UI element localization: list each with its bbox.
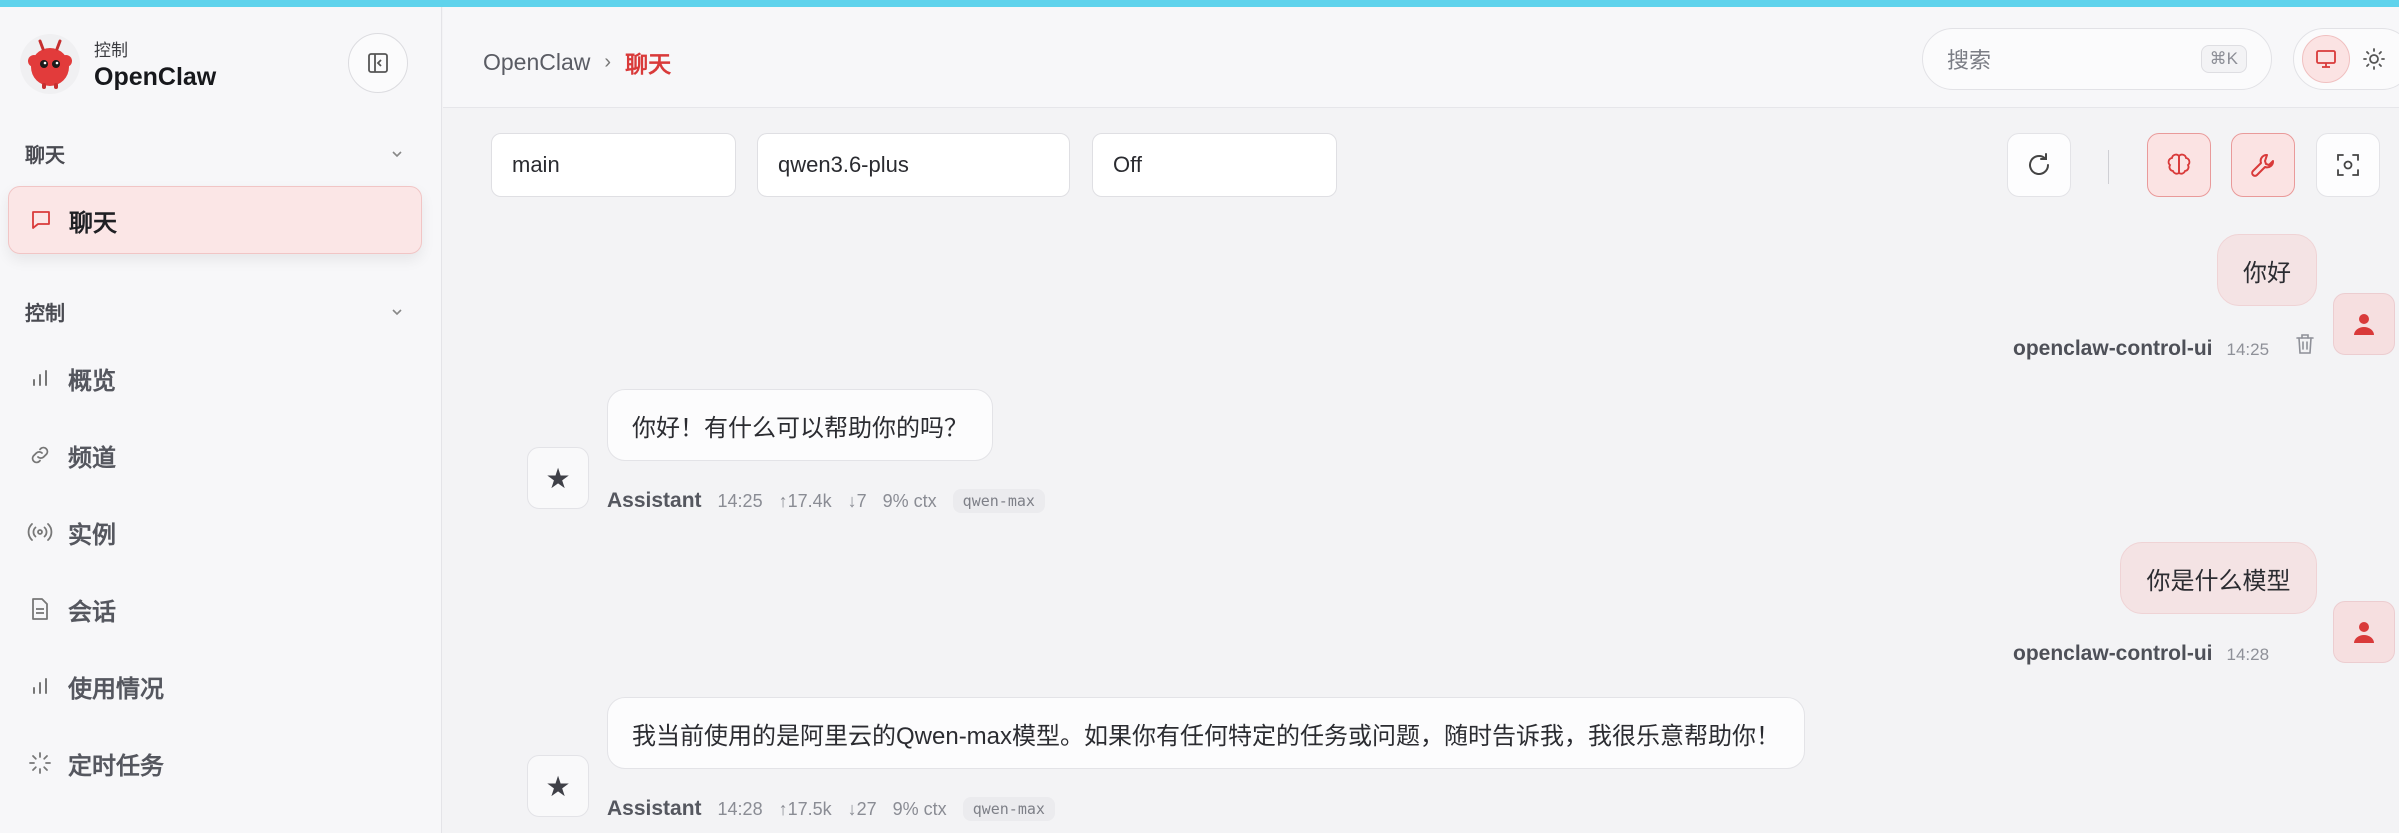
light-theme-button[interactable] [2350,35,2398,83]
message-time: 14:25 [2226,340,2270,359]
chevron-down-icon [392,150,402,157]
brand-subtitle: 控制 [94,41,128,60]
tokens-in: ↑17.4k [778,490,832,511]
assistant-message-meta: Assistant 14:28 ↑17.5k ↓27 9% ctx qwen-m… [607,797,1055,821]
sidebar-item-overview[interactable]: 概览 [8,344,422,412]
assistant-message-bubble: 我当前使用的是阿里云的Qwen-max模型。如果你有任何特定的任务或问题，随时告… [607,697,1806,769]
loader-icon [26,749,54,777]
bar-chart-icon [26,672,54,700]
brand-name: OpenClaw [94,63,217,91]
sidebar-item-usage[interactable]: 使用情况 [8,652,422,720]
user-message-meta: openclaw-control-ui 14:28 [2013,642,2269,666]
sidebar-item-label: 概览 [68,367,116,395]
user-message-meta: openclaw-control-ui 14:25 [2013,333,2315,361]
tools-toggle-button[interactable] [2231,133,2295,197]
assistant-avatar: ★ [527,755,589,817]
breadcrumb: OpenClaw › 聊天 [483,45,671,79]
context-usage: 9% ctx [892,798,947,819]
sidebar-item-label: 频道 [68,444,116,472]
sidebar-item-instances[interactable]: 实例 [8,498,422,566]
message-time: 14:28 [2226,645,2270,664]
search-input[interactable]: 搜索 ⌘K [1922,28,2272,90]
model-tag: qwen-max [962,797,1055,821]
theme-switcher [2293,28,2399,90]
user-message-bubble: 你好 [2217,234,2317,306]
message-sender: openclaw-control-ui [2013,337,2213,360]
brain-icon [2167,153,2191,175]
user-icon [2354,314,2374,335]
top-accent-bar [0,0,2399,7]
star-icon: ★ [545,770,571,802]
top-header: OpenClaw › 聊天 搜索 ⌘K [443,7,2399,108]
system-theme-button[interactable] [2302,35,2350,83]
user-avatar [2333,293,2395,355]
sidebar-item-cron[interactable]: 定时任务 [8,729,422,797]
user-message-bubble: 你是什么模型 [2120,542,2317,614]
delete-message-button[interactable] [2295,333,2315,355]
thinking-toggle-button[interactable] [2147,133,2211,197]
refresh-icon [2029,153,2049,175]
context-usage: 9% ctx [882,490,937,511]
sidebar-item-channels[interactable]: 频道 [8,421,422,489]
user-avatar [2333,601,2395,663]
nav-group-chat-label: 聊天 [25,145,65,167]
trash-icon [2296,334,2314,354]
sidebar-item-label: 定时任务 [68,752,164,780]
assistant-message-meta: Assistant 14:25 ↑17.4k ↓7 9% ctx qwen-ma… [607,489,1045,513]
nav-group-control-label: 控制 [25,303,65,325]
message-time: 14:28 [717,798,763,819]
sidebar-item-label: 使用情况 [68,675,164,703]
sidebar-item-label: 会话 [68,598,116,626]
document-icon [26,595,54,623]
message-sender: Assistant [607,797,702,820]
broadcast-icon [26,518,54,546]
link-icon [26,441,54,469]
model-select[interactable]: qwen3.6-plus [757,133,1070,197]
breadcrumb-root[interactable]: OpenClaw [483,49,590,76]
sidebar-item-label: 聊天 [69,209,117,237]
sidebar-item-chat[interactable]: 聊天 [8,186,422,254]
sidebar-toggle-icon [368,53,388,73]
nav-group-control[interactable]: 控制 [25,297,405,326]
message-icon [27,206,55,234]
focus-mode-button[interactable] [2316,133,2380,197]
sidebar-item-sessions[interactable]: 会话 [8,575,422,643]
openclaw-logo-icon [20,34,80,94]
star-icon: ★ [545,462,571,494]
nav-group-chat[interactable]: 聊天 [25,139,405,168]
tokens-in: ↑17.5k [778,798,832,819]
search-shortcut-badge: ⌘K [2200,45,2247,73]
search-placeholder: 搜索 [1947,48,1992,73]
breadcrumb-separator: › [604,50,612,73]
message-sender: openclaw-control-ui [2013,642,2213,665]
bar-chart-icon [26,364,54,392]
refresh-button[interactable] [2007,133,2071,197]
message-sender: Assistant [607,489,702,512]
agent-select[interactable]: main [491,133,736,197]
user-icon [2354,622,2374,643]
tokens-out: ↓27 [847,798,877,819]
chevron-down-icon [392,308,402,315]
brand[interactable]: 控制 OpenClaw [20,34,216,94]
assistant-message-bubble: 你好！有什么可以帮助你的吗？ [607,389,993,461]
focus-icon [2337,154,2359,176]
sidebar: 控制 OpenClaw 聊天 聊天 控制 概览 频道 实例 会话 使用情况 定时… [0,7,442,833]
sidebar-item-label: 实例 [68,521,116,549]
sun-icon [2363,48,2385,70]
breadcrumb-current: 聊天 [625,51,672,77]
assistant-avatar: ★ [527,447,589,509]
thinking-select[interactable]: Off [1092,133,1337,197]
collapse-sidebar-button[interactable] [348,33,408,93]
message-time: 14:25 [717,490,763,511]
tokens-out: ↓7 [847,490,867,511]
monitor-icon [2316,50,2336,68]
model-tag: qwen-max [952,489,1045,513]
toolbar-divider [2108,150,2109,184]
wrench-icon [2251,154,2274,177]
